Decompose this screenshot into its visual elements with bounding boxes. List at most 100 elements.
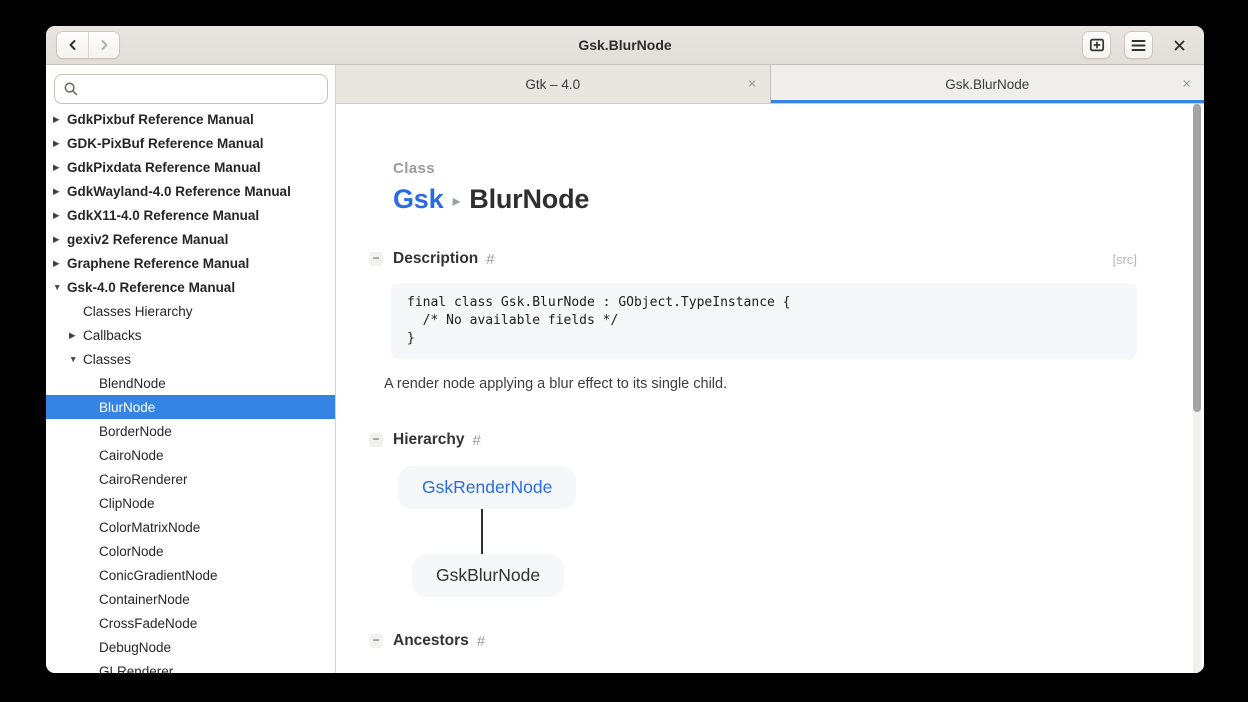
tab-bar: Gtk – 4.0×Gsk.BlurNode× <box>336 65 1204 104</box>
sidebar-item-label: GdkWayland-4.0 Reference Manual <box>67 184 291 199</box>
expander-expanded-icon[interactable]: ▼ <box>53 275 67 299</box>
sidebar-item-caironode[interactable]: CairoNode <box>46 443 335 467</box>
hierarchy-diagram: GskRenderNode GskBlurNode <box>369 466 1137 597</box>
sidebar-item-label: GDK-PixBuf Reference Manual <box>67 136 264 151</box>
tab-close-icon[interactable]: × <box>1182 77 1191 92</box>
forward-button[interactable] <box>88 32 119 58</box>
sidebar-item-gdkpixbuf-reference-manual[interactable]: ▶GdkPixbuf Reference Manual <box>46 107 335 131</box>
search-input[interactable] <box>54 74 328 104</box>
sidebar-item-blendnode[interactable]: BlendNode <box>46 371 335 395</box>
sidebar-item-label: BlurNode <box>99 400 155 415</box>
back-button[interactable] <box>57 32 88 58</box>
chevron-left-icon <box>67 39 79 51</box>
hamburger-menu-icon <box>1131 39 1146 52</box>
sidebar-item-crossfadenode[interactable]: CrossFadeNode <box>46 611 335 635</box>
expander-collapsed-icon[interactable]: ▶ <box>69 323 83 347</box>
section-label: Hierarchy <box>393 431 465 449</box>
sidebar-item-colormatrixnode[interactable]: ColorMatrixNode <box>46 515 335 539</box>
anchor-link[interactable]: # <box>477 633 485 650</box>
class-name: BlurNode <box>469 184 589 215</box>
sidebar-item-blurnode[interactable]: BlurNode <box>46 395 335 419</box>
section-header-description: − Description # [src] <box>369 250 1137 268</box>
sidebar-item-classes-hierarchy[interactable]: Classes Hierarchy <box>46 299 335 323</box>
sidebar-item-label: Graphene Reference Manual <box>67 256 249 271</box>
main-area: Gtk – 4.0×Gsk.BlurNode× Class Gsk ▸ Blur… <box>336 65 1204 673</box>
sidebar-item-gdkpixdata-reference-manual[interactable]: ▶GdkPixdata Reference Manual <box>46 155 335 179</box>
sidebar-item-label: ClipNode <box>99 496 155 511</box>
hierarchy-connector-line <box>481 509 483 554</box>
sidebar-item-bordernode[interactable]: BorderNode <box>46 419 335 443</box>
window-body: ▶GdkPixbuf Reference Manual▶GDK-PixBuf R… <box>46 65 1204 673</box>
expander-collapsed-icon[interactable]: ▶ <box>53 107 67 131</box>
tab-gtk-4-0[interactable]: Gtk – 4.0 × <box>336 65 770 103</box>
chevron-right-icon <box>98 39 110 51</box>
expander-collapsed-icon[interactable]: ▶ <box>53 203 67 227</box>
sidebar-item-conicgradientnode[interactable]: ConicGradientNode <box>46 563 335 587</box>
section-header-hierarchy: − Hierarchy # <box>369 431 1137 449</box>
sidebar-item-gexiv2-reference-manual[interactable]: ▶gexiv2 Reference Manual <box>46 227 335 251</box>
sidebar-tree: ▶GdkPixbuf Reference Manual▶GDK-PixBuf R… <box>46 106 335 673</box>
close-window-button[interactable] <box>1166 31 1192 59</box>
sidebar-item-containernode[interactable]: ContainerNode <box>46 587 335 611</box>
sidebar-item-label: BlendNode <box>99 376 166 391</box>
sidebar-item-label: CairoNode <box>99 448 164 463</box>
sidebar-item-gdkwayland-4-0-reference-manual[interactable]: ▶GdkWayland-4.0 Reference Manual <box>46 179 335 203</box>
anchor-link[interactable]: # <box>486 251 494 268</box>
sidebar-item-label: Classes <box>83 352 131 367</box>
sidebar-item-gdkx11-4-0-reference-manual[interactable]: ▶GdkX11-4.0 Reference Manual <box>46 203 335 227</box>
tab-label: Gtk – 4.0 <box>525 77 580 92</box>
sidebar-item-label: GdkPixbuf Reference Manual <box>67 112 254 127</box>
sidebar-item-gdk-pixbuf-reference-manual[interactable]: ▶GDK-PixBuf Reference Manual <box>46 131 335 155</box>
devhelp-window: Gsk.BlurNode <box>46 26 1204 673</box>
expander-collapsed-icon[interactable]: ▶ <box>53 227 67 251</box>
new-tab-button[interactable] <box>1082 31 1111 59</box>
sidebar-item-glrenderer[interactable]: GLRenderer <box>46 659 335 673</box>
section-header-ancestors: − Ancestors # <box>369 632 1137 650</box>
sidebar-item-label: DebugNode <box>99 640 171 655</box>
sidebar-item-gsk-4-0-reference-manual[interactable]: ▼Gsk-4.0 Reference Manual <box>46 275 335 299</box>
namespace-link[interactable]: Gsk <box>393 184 443 215</box>
tab-gsk-blurnode[interactable]: Gsk.BlurNode× <box>770 65 1205 103</box>
hierarchy-node-parent[interactable]: GskRenderNode <box>398 466 576 509</box>
sidebar-item-colornode[interactable]: ColorNode <box>46 539 335 563</box>
sidebar: ▶GdkPixbuf Reference Manual▶GDK-PixBuf R… <box>46 65 336 673</box>
expander-collapsed-icon[interactable]: ▶ <box>53 251 67 275</box>
close-x-icon <box>1173 39 1186 52</box>
collapse-toggle-icon[interactable]: − <box>369 252 383 266</box>
expander-expanded-icon[interactable]: ▼ <box>69 347 83 371</box>
sidebar-item-label: GLRenderer <box>99 664 173 674</box>
sidebar-item-classes[interactable]: ▼Classes <box>46 347 335 371</box>
class-kicker: Class <box>393 160 1137 177</box>
sidebar-item-label: Classes Hierarchy <box>83 304 193 319</box>
tab-close-icon[interactable]: × <box>748 77 757 92</box>
headerbar-actions <box>1082 31 1192 59</box>
sidebar-item-label: gexiv2 Reference Manual <box>67 232 228 247</box>
src-link[interactable]: [src] <box>1112 252 1137 267</box>
sidebar-item-label: ConicGradientNode <box>99 568 218 583</box>
breadcrumb-arrow-icon: ▸ <box>452 191 460 211</box>
sidebar-item-graphene-reference-manual[interactable]: ▶Graphene Reference Manual <box>46 251 335 275</box>
sidebar-item-label: CairoRenderer <box>99 472 188 487</box>
anchor-link[interactable]: # <box>473 432 481 449</box>
class-summary: A render node applying a blur effect to … <box>384 376 1137 392</box>
sidebar-item-label: Callbacks <box>83 328 142 343</box>
window-title: Gsk.BlurNode <box>46 26 1204 65</box>
expander-collapsed-icon[interactable]: ▶ <box>53 131 67 155</box>
collapse-toggle-icon[interactable]: − <box>369 634 383 648</box>
doc-page: Class Gsk ▸ BlurNode − Description # [sr… <box>336 104 1204 673</box>
hierarchy-node-child: GskBlurNode <box>412 554 564 597</box>
sidebar-item-label: Gsk-4.0 Reference Manual <box>67 280 235 295</box>
sidebar-item-clipnode[interactable]: ClipNode <box>46 491 335 515</box>
page-title: Gsk ▸ BlurNode <box>393 184 1137 215</box>
scrollbar-thumb[interactable] <box>1193 104 1201 412</box>
new-tab-icon <box>1089 37 1105 53</box>
expander-collapsed-icon[interactable]: ▶ <box>53 179 67 203</box>
menu-button[interactable] <box>1124 31 1153 59</box>
collapse-toggle-icon[interactable]: − <box>369 433 383 447</box>
sidebar-item-cairorenderer[interactable]: CairoRenderer <box>46 467 335 491</box>
desktop-background: Gsk.BlurNode <box>0 0 1248 702</box>
expander-collapsed-icon[interactable]: ▶ <box>53 155 67 179</box>
sidebar-item-debugnode[interactable]: DebugNode <box>46 635 335 659</box>
sidebar-item-callbacks[interactable]: ▶Callbacks <box>46 323 335 347</box>
history-nav-group <box>56 31 120 59</box>
